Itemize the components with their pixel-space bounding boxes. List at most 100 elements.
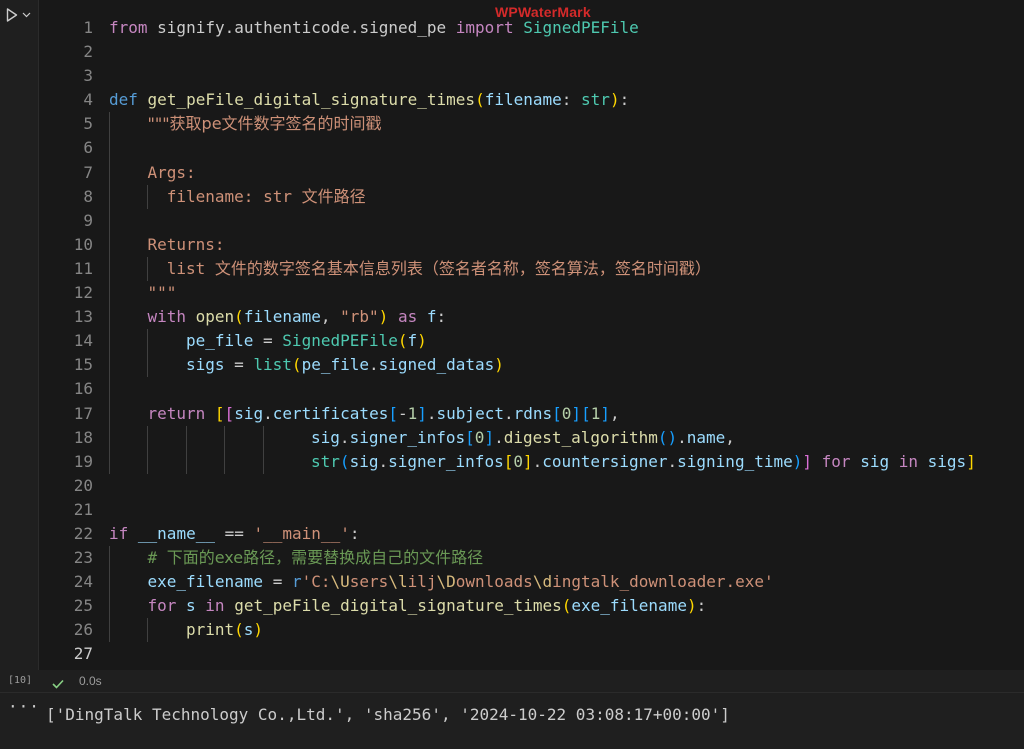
indent-guide xyxy=(109,160,110,185)
code-line[interactable]: 8 filename: str 文件路径 xyxy=(39,184,1024,209)
run-cell-button[interactable] xyxy=(6,6,36,24)
indent-guide xyxy=(109,618,110,643)
code-line[interactable]: 9 xyxy=(39,208,1024,233)
indent-guide xyxy=(109,329,110,354)
code-token: signing_time xyxy=(677,451,793,471)
output-more-actions-button[interactable]: ··· xyxy=(8,697,40,716)
code-token: 1 xyxy=(590,403,601,423)
chevron-down-icon[interactable] xyxy=(22,12,31,18)
code-line[interactable]: 18 sig.signer_infos[0].digest_algorithm()… xyxy=(39,425,1024,450)
code-line[interactable]: 19 str(sig.signer_infos[0].countersigner.… xyxy=(39,449,1024,474)
code-line[interactable]: 4 def get_peFile_digital_signature_times(… xyxy=(39,88,1024,112)
code-token: subject xyxy=(436,403,504,423)
code-line[interactable]: 7 Args: xyxy=(39,160,1024,185)
code-line[interactable]: 6 xyxy=(39,136,1024,161)
code-token: . xyxy=(503,403,514,423)
code-token: = xyxy=(253,331,283,351)
code-token: () xyxy=(657,427,678,447)
code-token: """ xyxy=(147,283,177,303)
code-line[interactable]: 16 xyxy=(39,377,1024,402)
line-number: 20 xyxy=(73,475,93,495)
code-token: ) xyxy=(686,596,697,616)
line-number: 24 xyxy=(73,572,93,592)
code-line[interactable]: 17 return [[sig.certificates[-1].subject.… xyxy=(39,401,1024,426)
code-line[interactable]: 15 sigs = list(pe_file.signed_datas) xyxy=(39,353,1024,378)
code-token: ( xyxy=(397,331,408,351)
indent-guide xyxy=(147,449,149,474)
code-line[interactable]: 10 Returns: xyxy=(39,232,1024,257)
code-text: # 下面的exe路径，需要替换成自己的文件路径 xyxy=(147,546,483,570)
indent-guide xyxy=(262,425,264,450)
code-line[interactable]: 25 for s in get_peFile_digital_signature_… xyxy=(39,594,1024,619)
code-token: in xyxy=(205,596,225,616)
code-token: [ xyxy=(214,403,225,423)
code-line[interactable]: 27 xyxy=(39,642,1024,666)
code-line[interactable]: 21 xyxy=(39,498,1024,522)
code-text: str(sig.signer_infos[0].countersigner.si… xyxy=(311,450,976,474)
code-token: \U xyxy=(330,572,350,592)
code-token: rdns xyxy=(513,403,553,423)
code-token: import xyxy=(455,18,514,37)
code-line[interactable]: 13 with open(filename, "rb") as f: xyxy=(39,305,1024,330)
code-token: ] xyxy=(571,403,582,423)
code-line[interactable]: 5 """获取pe文件数字签名的时间戳 xyxy=(39,112,1024,137)
execution-count: [10] xyxy=(8,675,33,686)
code-line[interactable]: 24 exe_filename = r'C:\Users\lilj\Downloa… xyxy=(39,570,1024,595)
code-token: ownloads xyxy=(455,572,533,592)
line-number: 4 xyxy=(83,90,93,110)
code-line[interactable]: 14 pe_file = SignedPEFile(f) xyxy=(39,329,1024,354)
code-line[interactable]: 12 """ xyxy=(39,281,1024,306)
code-text: list 文件的数字签名基本信息列表（签名者名称，签名算法，签名时间戳） xyxy=(147,257,711,281)
code-token: ] xyxy=(600,403,610,423)
code-line[interactable]: 2 xyxy=(39,40,1024,64)
code-token: [ xyxy=(552,403,562,423)
code-line[interactable]: 20 xyxy=(39,474,1024,498)
code-text: def get_peFile_digital_signature_times(f… xyxy=(109,88,629,112)
code-line[interactable]: 11 list 文件的数字签名基本信息列表（签名者名称，签名算法，签名时间戳） xyxy=(39,256,1024,282)
code-line[interactable]: 1 from signify.authenticode.signed_pe imp… xyxy=(39,16,1024,40)
code-token: [ xyxy=(388,403,398,423)
code-token: signer_infos xyxy=(349,427,466,447)
code-token: , xyxy=(320,307,341,327)
code-token: \l xyxy=(388,572,408,592)
code-token: str xyxy=(311,451,340,471)
code-text: from signify.authenticode.signed_pe impo… xyxy=(109,16,639,40)
code-line[interactable]: 23 # 下面的exe路径，需要替换成自己的文件路径 xyxy=(39,546,1024,571)
line-number: 15 xyxy=(73,355,93,375)
line-number: 23 xyxy=(73,548,93,568)
line-number: 21 xyxy=(73,499,93,519)
indent-guide xyxy=(109,425,110,450)
code-token: # xyxy=(147,548,167,568)
line-number: 13 xyxy=(73,307,93,327)
code-lines[interactable]: 1 from signify.authenticode.signed_pe imp… xyxy=(39,16,1024,667)
code-text: sigs = list(pe_file.signed_datas) xyxy=(186,353,504,377)
code-token: if xyxy=(109,523,129,543)
code-token: SignedPEFile xyxy=(523,18,639,37)
code-token: filename xyxy=(243,307,321,327)
code-text: pe_file = SignedPEFile(f) xyxy=(186,329,427,353)
indent-guide xyxy=(147,353,149,378)
code-line[interactable]: 22 if __name__ == '__main__': xyxy=(39,522,1024,546)
code-token: ) xyxy=(494,355,504,375)
indent-guide xyxy=(262,449,264,474)
code-token: 下面的exe路径，需要替换成自己的文件路径 xyxy=(166,548,484,568)
code-line[interactable]: 26 print(s) xyxy=(39,618,1024,643)
code-token: . xyxy=(378,451,389,471)
code-token: . xyxy=(263,403,273,423)
line-number: 6 xyxy=(83,138,93,158)
play-icon[interactable] xyxy=(6,8,18,22)
cell-gutter xyxy=(0,0,38,692)
code-token: . xyxy=(667,451,678,471)
code-line[interactable]: 3 xyxy=(39,64,1024,88)
code-token: 文件路径 xyxy=(301,186,366,206)
indent-guide xyxy=(109,377,110,402)
code-cell-editor[interactable]: WPWaterMark 1 from signify.authenticode.s… xyxy=(38,0,1024,670)
code-token: - xyxy=(397,403,408,423)
code-token: 文件的数字签名基本信息列表（签名者名称，签名算法，签名时间戳） xyxy=(214,258,711,278)
code-token: return xyxy=(147,403,206,423)
